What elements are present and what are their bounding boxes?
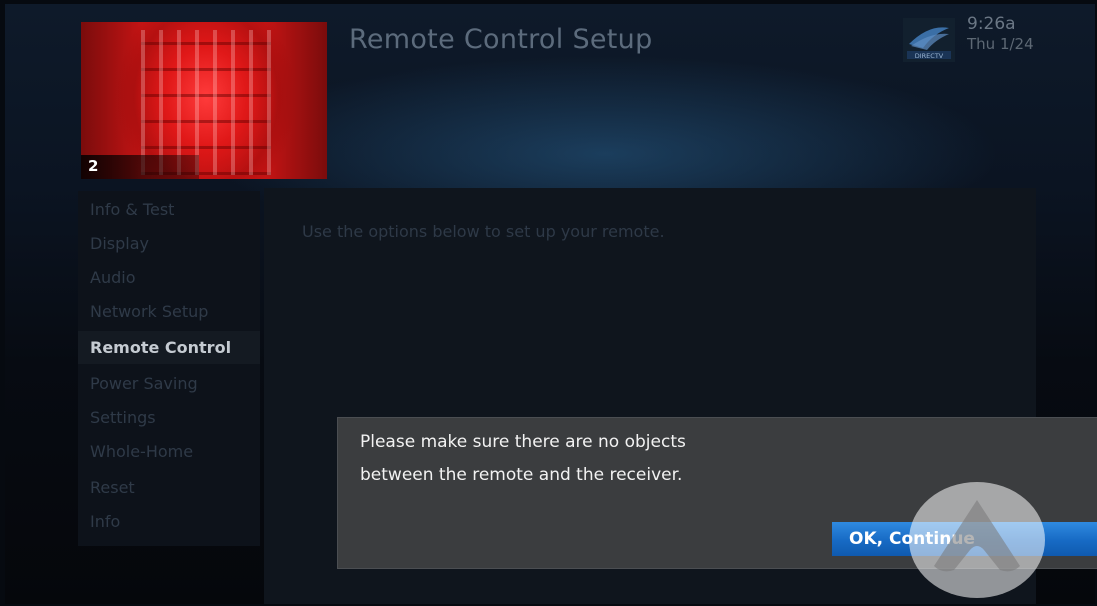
instruction-text: Use the options below to set up your rem… xyxy=(302,222,665,241)
clock: 9:26a Thu 1/24 xyxy=(967,14,1034,54)
ok-continue-button[interactable]: OK, Continue xyxy=(832,522,1097,556)
dialog-message: Please make sure there are no objects be… xyxy=(360,426,880,492)
menu-item-info-test[interactable]: Info & Test xyxy=(78,193,260,226)
logo-text: DIRECTV xyxy=(915,52,944,60)
menu-item-info[interactable]: Info xyxy=(78,505,260,538)
dialog-message-line-1: Please make sure there are no objects xyxy=(360,432,686,452)
directv-logo: DIRECTV xyxy=(903,18,955,62)
menu-item-display[interactable]: Display xyxy=(78,227,260,260)
menu-item-remote-control[interactable]: Remote Control xyxy=(78,331,260,364)
settings-menu: Info & Test Display Audio Network Setup … xyxy=(78,191,260,546)
preview-video-image xyxy=(141,30,271,175)
menu-item-network-setup[interactable]: Network Setup xyxy=(78,295,260,328)
menu-item-audio[interactable]: Audio xyxy=(78,261,260,294)
menu-item-whole-home[interactable]: Whole-Home xyxy=(78,435,260,468)
page-title: Remote Control Setup xyxy=(349,24,653,55)
menu-item-power-saving[interactable]: Power Saving xyxy=(78,367,260,400)
menu-item-settings[interactable]: Settings xyxy=(78,401,260,434)
menu-item-reset[interactable]: Reset xyxy=(78,471,260,504)
live-tv-preview[interactable]: 2 xyxy=(81,22,327,179)
clock-date: Thu 1/24 xyxy=(967,35,1034,53)
dialog-message-line-2: between the remote and the receiver. xyxy=(360,465,683,485)
channel-bar xyxy=(81,155,199,179)
channel-number: 2 xyxy=(88,157,99,175)
clock-time: 9:26a xyxy=(967,14,1016,34)
